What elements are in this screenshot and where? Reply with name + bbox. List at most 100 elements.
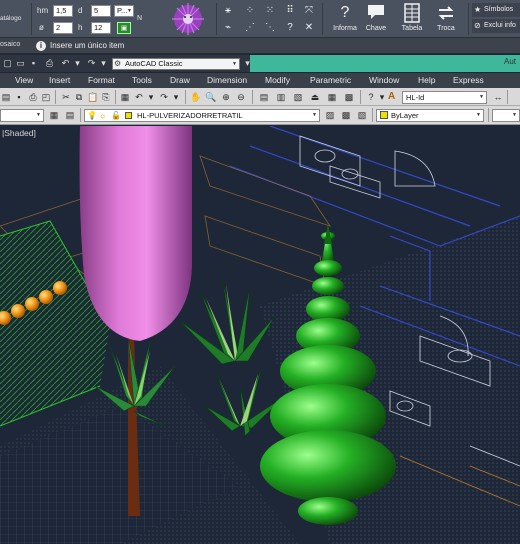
design-center-icon[interactable]: ▥: [275, 91, 287, 103]
visual-style-label[interactable]: |Shaded]: [2, 128, 36, 138]
h-input[interactable]: 12: [91, 22, 111, 34]
undo-icon[interactable]: ↶: [60, 58, 71, 69]
troca-button[interactable]: Troca: [425, 3, 467, 37]
preview-icon[interactable]: ◰: [40, 91, 52, 103]
copy-icon[interactable]: ⧉: [73, 91, 85, 103]
help-dropdown-icon[interactable]: ▾: [376, 91, 388, 103]
layer-previous-icon[interactable]: ▩: [340, 109, 352, 121]
match-properties-icon[interactable]: ⎘: [100, 91, 112, 103]
standard-toolbar: ▤ ▪ ⎙ ◰ ✂ ⧉ 📋 ⎘ ▦ ↶ ▾ ↷ ▾ ✋ 🔍 ⊕ ⊖ ▤ ▥ ▧ …: [0, 88, 520, 106]
n-label: N: [137, 15, 143, 22]
cut-icon[interactable]: ✂: [60, 91, 72, 103]
print-icon[interactable]: ⎙: [44, 58, 55, 69]
redo-dropdown-icon[interactable]: ▾: [98, 58, 109, 69]
layer-states-icon[interactable]: ▦: [48, 109, 60, 121]
undo-dropdown-icon[interactable]: ▾: [145, 91, 157, 103]
drawing-viewport[interactable]: |Shaded]: [0, 126, 520, 544]
menu-parametric[interactable]: Parametric: [310, 75, 351, 85]
text-style-dropdown[interactable]: HL-Id: [402, 91, 487, 104]
plot-icon[interactable]: ⎙: [27, 91, 39, 103]
link-tool-icon[interactable]: ⌁: [222, 22, 234, 34]
layer-dropdown[interactable]: 💡 ☼ 🔓 HL-PULVERIZADORRETRATIL: [84, 109, 320, 122]
linetype-dropdown[interactable]: [492, 109, 520, 122]
ribbon-separator: [216, 3, 217, 35]
toolbar-separator: [252, 90, 253, 104]
workspace-dropdown[interactable]: ⚙ AutoCAD Classic: [112, 58, 240, 70]
undo-icon[interactable]: ↶: [133, 91, 145, 103]
redo-dropdown-icon[interactable]: ▾: [170, 91, 182, 103]
sheet-set-icon[interactable]: ⏏: [309, 91, 321, 103]
mosaic-label[interactable]: osaico: [0, 41, 20, 48]
hm-input[interactable]: 1,5: [53, 5, 73, 17]
pan-icon[interactable]: ✋: [190, 91, 202, 103]
layers-toolbar: ▦ ▤ 💡 ☼ 🔓 HL-PULVERIZADORRETRATIL ▨ ▩ ▧ …: [0, 106, 520, 125]
paste-icon[interactable]: 📋: [87, 91, 99, 103]
menu-window[interactable]: Window: [369, 75, 399, 85]
question-dot-icon[interactable]: ?: [284, 22, 296, 34]
layer-isolate-icon[interactable]: ▧: [356, 109, 368, 121]
ribbon-separator: [322, 3, 323, 35]
dots-tool-icon[interactable]: ⠿: [284, 5, 296, 17]
arrows-tool-icon[interactable]: ⤧: [303, 5, 315, 17]
block-editor-icon[interactable]: ▦: [119, 91, 131, 103]
shaded-3d-scene: [0, 126, 520, 544]
dimension-style-icon[interactable]: ↔: [492, 91, 504, 103]
layer-manager-icon[interactable]: ▤: [64, 109, 76, 121]
toolbar-separator: [360, 90, 361, 104]
plant-thumbnail-icon[interactable]: [162, 1, 214, 37]
menu-dimension[interactable]: Dimension: [207, 75, 247, 85]
text-style-icon: A: [388, 91, 396, 102]
calculator-icon[interactable]: ▩: [343, 91, 355, 103]
green-square-icon[interactable]: ▣: [117, 22, 131, 34]
menu-format[interactable]: Format: [88, 75, 115, 85]
properties-icon[interactable]: ▤: [258, 91, 270, 103]
toolbar-separator: [488, 108, 489, 122]
menu-view[interactable]: View: [15, 75, 33, 85]
diameter-label: ø: [39, 23, 44, 32]
make-current-icon[interactable]: ▨: [324, 109, 336, 121]
hm-label: hm: [37, 6, 49, 15]
simbolos-button[interactable]: ★ Símbolos: [472, 3, 520, 17]
toolbar-separator: [372, 108, 373, 122]
status-text: Insere um único item: [50, 41, 125, 50]
menu-express[interactable]: Express: [453, 75, 484, 85]
markup-icon[interactable]: ▦: [326, 91, 338, 103]
exclui-info-button[interactable]: ⊘ Exclui info: [472, 19, 520, 33]
scatter-tool-icon[interactable]: ⁘: [244, 5, 256, 17]
ribbon-separator: [468, 3, 469, 35]
zoom-window-icon[interactable]: ⊕: [220, 91, 232, 103]
diameter-input[interactable]: 2: [53, 22, 73, 34]
tool-palettes-icon[interactable]: ▧: [292, 91, 304, 103]
multi-tool-icon[interactable]: ⚹: [222, 5, 234, 17]
open-file-icon[interactable]: ▭: [15, 58, 26, 69]
redo-icon[interactable]: ↷: [86, 58, 97, 69]
save-icon[interactable]: ▪: [13, 91, 25, 103]
d-input[interactable]: 5: [91, 5, 111, 17]
redo-icon[interactable]: ↷: [158, 91, 170, 103]
workspace-combo[interactable]: [0, 109, 44, 122]
swap-icon: [436, 3, 456, 23]
delete-info-icon: ⊘: [474, 21, 481, 30]
magenta-tree: [79, 126, 192, 341]
color-dropdown[interactable]: ByLayer: [376, 109, 484, 122]
menu-modify[interactable]: Modify: [265, 75, 290, 85]
folder-icon[interactable]: ▤: [0, 91, 12, 103]
branch-tool-icon[interactable]: ⋱: [264, 22, 276, 34]
save-icon[interactable]: ▪: [28, 58, 39, 69]
info-icon: i: [36, 41, 46, 51]
menu-insert[interactable]: Insert: [49, 75, 70, 85]
zoom-realtime-icon[interactable]: 🔍: [205, 91, 217, 103]
undo-dropdown-icon[interactable]: ▾: [72, 58, 83, 69]
node-tool-icon[interactable]: ⋰: [244, 22, 256, 34]
zoom-previous-icon[interactable]: ⊖: [235, 91, 247, 103]
menu-tools[interactable]: Tools: [132, 75, 152, 85]
p-dropdown[interactable]: P...: [114, 5, 134, 17]
delete-tool-icon[interactable]: ✕: [303, 22, 315, 34]
new-file-icon[interactable]: ▢: [2, 58, 13, 69]
menu-draw[interactable]: Draw: [170, 75, 190, 85]
bylayer-color-swatch: [380, 111, 388, 119]
catalog-label[interactable]: atálogo: [0, 15, 21, 22]
menu-help[interactable]: Help: [418, 75, 435, 85]
grid-tool-icon[interactable]: ⁙: [264, 5, 276, 17]
d-label: d: [78, 6, 83, 15]
